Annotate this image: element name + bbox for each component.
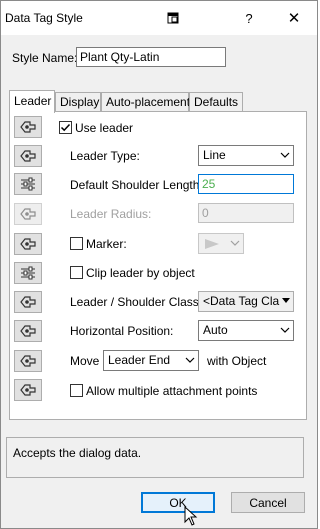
tab-display[interactable]: Display <box>55 92 101 112</box>
horizontal-position-value: Auto <box>203 323 228 337</box>
horizontal-position-select[interactable]: Auto <box>198 320 294 341</box>
chevron-down-icon <box>185 357 195 363</box>
pin-button[interactable] <box>153 4 193 32</box>
lock-by-object-icon <box>20 384 36 396</box>
chevron-down-icon <box>230 240 240 246</box>
shoulder-length-label: Default Shoulder Length: <box>70 178 203 192</box>
leader-class-value: <Data Tag Cla <box>203 294 280 308</box>
window-title: Data Tag Style <box>5 11 83 25</box>
leader-tab-panel: Use leader Leader Type: Line Default Sho… <box>9 111 307 420</box>
tab-leader[interactable]: Leader <box>9 90 55 113</box>
style-name-label: Style Name: <box>12 51 78 65</box>
clip-leader-label: Clip leader by object <box>86 266 195 280</box>
shoulder-length-settings-button[interactable] <box>14 173 42 195</box>
settings-sliders-icon <box>21 266 35 280</box>
style-name-input[interactable]: Plant Qty-Latin <box>76 47 226 67</box>
move-select[interactable]: Leader End <box>103 350 199 371</box>
caret-down-icon <box>282 298 290 303</box>
use-leader-lock-button[interactable] <box>14 116 42 138</box>
clip-leader-settings-button[interactable] <box>14 262 42 284</box>
tab-auto-placement-label: Auto-placement <box>106 95 191 109</box>
lock-by-object-icon <box>20 355 36 367</box>
lock-by-object-icon <box>20 121 36 133</box>
marker-lock-button[interactable] <box>14 233 42 255</box>
ok-button[interactable]: OK <box>141 492 215 513</box>
close-button[interactable]: ✕ <box>274 4 314 32</box>
tab-defaults-label: Defaults <box>194 95 239 109</box>
leader-radius-label: Leader Radius: <box>70 207 152 221</box>
tab-leader-label: Leader <box>14 94 52 108</box>
use-leader-label: Use leader <box>75 121 134 135</box>
lock-by-object-icon <box>20 150 36 162</box>
shoulder-length-input[interactable]: 25 <box>198 174 294 194</box>
with-object-label: with Object <box>207 354 267 368</box>
lock-by-object-icon <box>20 325 36 337</box>
multiple-attachment-checkbox[interactable] <box>70 384 83 397</box>
marker-checkbox[interactable] <box>70 237 83 250</box>
chevron-down-icon <box>280 152 290 158</box>
settings-sliders-icon <box>21 177 35 191</box>
description-box: Accepts the dialog data. <box>6 437 304 478</box>
multiple-attachment-label: Allow multiple attachment points <box>86 384 258 398</box>
move-value: Leader End <box>108 353 171 367</box>
mouse-cursor-icon <box>184 506 198 526</box>
lock-by-object-icon <box>20 296 36 308</box>
leader-type-select[interactable]: Line <box>198 145 294 166</box>
leader-radius-input[interactable]: 0 <box>198 203 294 223</box>
pin-icon <box>167 12 179 24</box>
leader-type-value: Line <box>203 148 226 162</box>
cancel-button[interactable]: Cancel <box>231 492 305 513</box>
lock-by-object-icon <box>20 208 36 220</box>
leader-radius-lock-button[interactable] <box>14 203 42 225</box>
title-bar: Data Tag Style ? ✕ <box>1 1 317 35</box>
checkmark-icon <box>60 123 71 132</box>
horizontal-position-lock-button[interactable] <box>14 320 42 342</box>
chevron-down-icon <box>280 327 290 333</box>
horizontal-position-label: Horizontal Position: <box>70 324 174 338</box>
leader-type-lock-button[interactable] <box>14 145 42 167</box>
use-leader-checkbox[interactable] <box>59 121 72 134</box>
description-text: Accepts the dialog data. <box>13 446 142 460</box>
leader-class-select[interactable]: <Data Tag Cla <box>198 291 294 312</box>
clip-leader-checkbox[interactable] <box>70 266 83 279</box>
data-tag-style-dialog: Data Tag Style ? ✕ Style Name: Plant Qty… <box>0 0 318 529</box>
move-lock-button[interactable] <box>14 350 42 372</box>
multiple-attachment-lock-button[interactable] <box>14 379 42 401</box>
help-button[interactable]: ? <box>229 4 269 32</box>
lock-by-object-icon <box>20 238 36 250</box>
leader-class-lock-button[interactable] <box>14 291 42 313</box>
move-label: Move <box>70 354 100 368</box>
tab-defaults[interactable]: Defaults <box>189 92 243 112</box>
tab-display-label: Display <box>60 95 100 109</box>
leader-type-label: Leader Type: <box>70 149 140 163</box>
tab-auto-placement[interactable]: Auto-placement <box>101 92 191 112</box>
marker-label: Marker: <box>86 237 127 251</box>
marker-select[interactable] <box>198 233 244 254</box>
leader-class-label: Leader / Shoulder Class: <box>70 295 203 309</box>
marker-arrow-icon <box>205 239 219 249</box>
